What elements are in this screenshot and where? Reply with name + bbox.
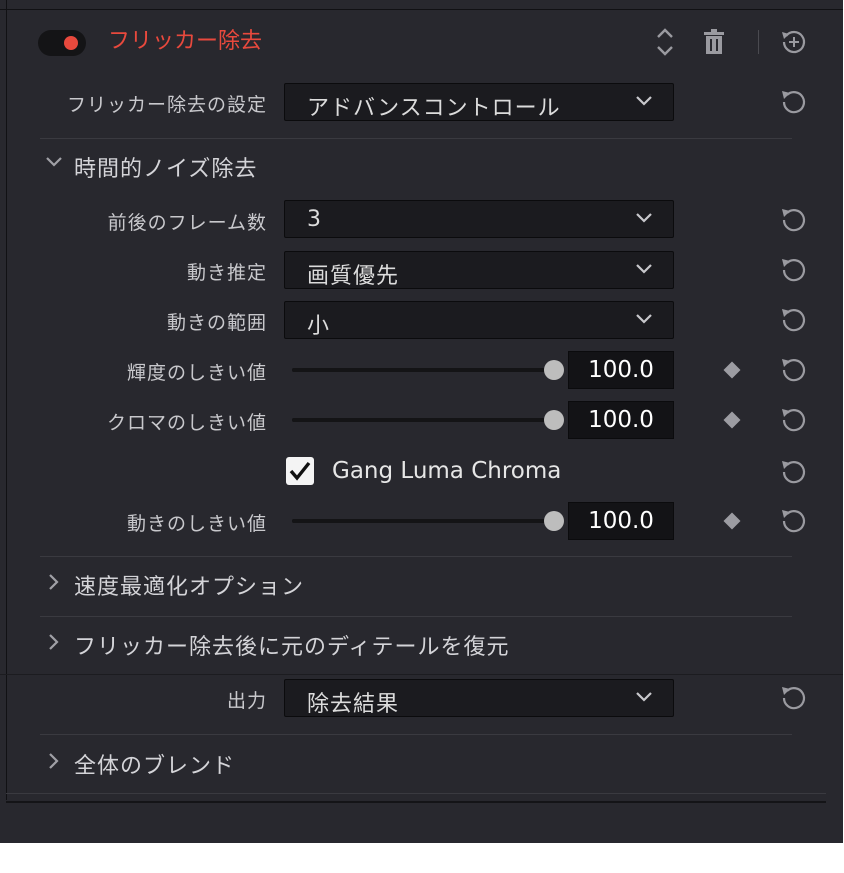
luma-threshold-label: 輝度のしきい値	[126, 362, 267, 384]
chroma-threshold-label: クロマのしきい値	[106, 412, 267, 434]
divider	[6, 793, 826, 794]
divider	[40, 616, 792, 617]
up-down-arrows-icon[interactable]	[652, 26, 678, 58]
left-border	[6, 0, 7, 800]
chevron-down-icon	[636, 213, 652, 223]
divider	[40, 734, 792, 735]
frames-dropdown[interactable]: 3	[284, 200, 674, 238]
chevron-right-icon	[49, 753, 59, 769]
chevron-down-icon	[46, 157, 62, 167]
trash-icon[interactable]	[702, 28, 726, 56]
section-title-global-blend[interactable]: 全体のブレンド	[74, 748, 235, 780]
reset-icon[interactable]	[780, 256, 808, 284]
section-title-temporal-nr[interactable]: 時間的ノイズ除去	[74, 151, 257, 183]
reset-icon[interactable]	[780, 88, 808, 116]
motion-threshold-input[interactable]: 100.0	[568, 502, 674, 540]
motion-range-label: 動きの範囲	[166, 312, 267, 334]
reset-icon[interactable]	[780, 507, 808, 535]
slider-fill	[292, 418, 554, 422]
divider	[40, 138, 792, 139]
chevron-down-icon	[636, 692, 652, 702]
output-label: 出力	[226, 690, 267, 712]
reset-icon[interactable]	[780, 206, 808, 234]
chroma-threshold-input[interactable]: 100.0	[568, 401, 674, 439]
flicker-removal-panel: フリッカー除去 フリッカー除去の設定 アドバンスコントロール 時間的ノイズ除去 …	[0, 0, 843, 843]
frames-value: 3	[307, 207, 322, 232]
slider-handle[interactable]	[544, 360, 564, 380]
settings-label: フリッカー除去の設定	[66, 94, 267, 116]
settings-value: アドバンスコントロール	[307, 96, 561, 121]
frames-label: 前後のフレーム数	[107, 212, 267, 234]
settings-dropdown[interactable]: アドバンスコントロール	[284, 83, 674, 121]
keyframe-diamond-icon[interactable]	[723, 512, 741, 530]
reset-icon[interactable]	[780, 458, 808, 486]
section-title-speed-opt[interactable]: 速度最適化オプション	[74, 569, 304, 601]
luma-threshold-input[interactable]: 100.0	[568, 351, 674, 389]
add-circle-icon[interactable]	[780, 28, 808, 56]
section-expand[interactable]	[46, 572, 62, 597]
motion-threshold-label: 動きのしきい値	[126, 513, 267, 535]
motion-estimation-label: 動き推定	[186, 262, 267, 284]
divider	[0, 674, 843, 675]
gang-luma-chroma-checkbox[interactable]	[286, 457, 314, 485]
chevron-down-icon	[636, 264, 652, 274]
chroma-threshold-slider[interactable]	[292, 410, 564, 430]
section-expand[interactable]	[46, 751, 62, 776]
slider-handle[interactable]	[544, 511, 564, 531]
section-title-restore-detail[interactable]: フリッカー除去後に元のディテールを復元	[74, 629, 509, 661]
motion-range-dropdown[interactable]: 小	[284, 301, 674, 339]
reset-icon[interactable]	[780, 356, 808, 384]
toggle-knob	[64, 36, 78, 50]
motion-estimation-value: 画質優先	[307, 264, 400, 289]
panel-title: フリッカー除去	[108, 29, 263, 54]
luma-threshold-slider[interactable]	[292, 360, 564, 380]
slider-fill	[292, 368, 554, 372]
divider	[40, 556, 792, 557]
keyframe-diamond-icon[interactable]	[723, 361, 741, 379]
output-value: 除去結果	[307, 692, 400, 717]
chevron-down-icon	[636, 96, 652, 106]
header-separator	[758, 30, 759, 54]
chevron-right-icon	[49, 574, 59, 590]
reset-icon[interactable]	[780, 406, 808, 434]
slider-fill	[292, 519, 554, 523]
top-divider	[0, 9, 843, 10]
section-expand[interactable]	[44, 152, 64, 177]
gang-luma-chroma-label: Gang Luma Chroma	[332, 458, 562, 484]
chevron-down-icon	[636, 314, 652, 324]
motion-threshold-slider[interactable]	[292, 511, 564, 531]
slider-handle[interactable]	[544, 410, 564, 430]
motion-estimation-dropdown[interactable]: 画質優先	[284, 251, 674, 289]
enable-toggle[interactable]	[38, 30, 86, 56]
motion-range-value: 小	[307, 314, 331, 339]
section-expand[interactable]	[46, 632, 62, 657]
output-dropdown[interactable]: 除去結果	[284, 679, 674, 717]
chevron-right-icon	[49, 634, 59, 650]
bottom-divider	[6, 801, 826, 803]
reset-icon[interactable]	[780, 684, 808, 712]
checkmark-icon	[289, 461, 311, 481]
reset-icon[interactable]	[780, 306, 808, 334]
keyframe-diamond-icon[interactable]	[723, 411, 741, 429]
